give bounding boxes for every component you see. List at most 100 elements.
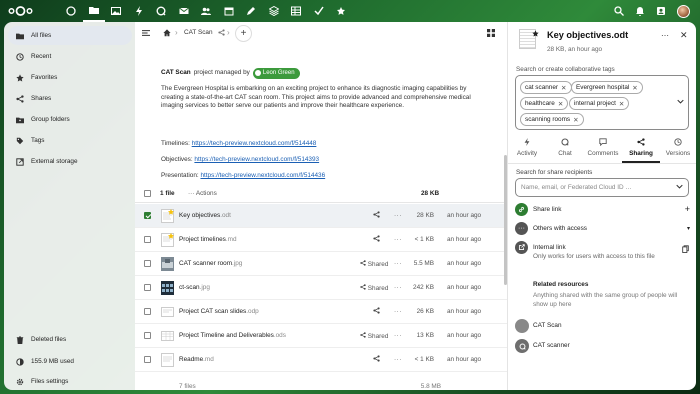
- share-icon[interactable]: [373, 355, 380, 362]
- row-actions-button[interactable]: ···: [394, 332, 402, 339]
- more-apps-icon[interactable]: [330, 0, 353, 22]
- table-row[interactable]: ct-scan.jpg Shared ··· 242 KB an hour ag…: [135, 276, 507, 300]
- remove-tag-icon[interactable]: ✕: [632, 84, 637, 92]
- sidebar-more-button[interactable]: ⋯: [661, 31, 669, 40]
- activity-icon[interactable]: [128, 0, 151, 22]
- tag-chip[interactable]: internal project ✕: [569, 97, 630, 110]
- others-with-access-row[interactable]: ··· Others with access ▾: [515, 222, 693, 238]
- share-icon[interactable]: [373, 235, 380, 242]
- mail-icon[interactable]: [173, 0, 196, 22]
- row-checkbox[interactable]: [144, 212, 151, 219]
- contacts-icon[interactable]: [195, 0, 218, 22]
- share-icon[interactable]: [373, 307, 380, 314]
- row-actions-button[interactable]: ···: [394, 356, 402, 363]
- tasks-icon[interactable]: [308, 0, 331, 22]
- contacts-menu-icon[interactable]: [656, 6, 666, 16]
- shared-status[interactable]: Shared: [360, 260, 388, 268]
- tag-chip[interactable]: cat scanner ✕: [520, 81, 572, 94]
- tab-chat[interactable]: Chat: [546, 135, 584, 163]
- objectives-link[interactable]: https://tech-preview.nextcloud.com/f/514…: [194, 156, 319, 163]
- tag-chip[interactable]: scanning rooms ✕: [520, 113, 584, 126]
- sidebar-item-group-folders[interactable]: Group folders: [8, 110, 132, 129]
- tab-comments[interactable]: Comments: [584, 135, 622, 163]
- table-row[interactable]: CAT scanner room.jpg Shared ··· 5.5 MB a…: [135, 252, 507, 276]
- table-row[interactable]: Project timelines.md ··· < 1 KB an hour …: [135, 228, 507, 252]
- remove-tag-icon[interactable]: ✕: [561, 84, 566, 92]
- storage-quota[interactable]: 155.9 MB used: [8, 352, 132, 371]
- select-all-checkbox[interactable]: [144, 190, 151, 197]
- tag-chip[interactable]: healthcare ✕: [520, 97, 569, 110]
- notes-icon[interactable]: [240, 0, 263, 22]
- shared-label: Shared: [367, 285, 389, 292]
- talk-icon[interactable]: [150, 0, 173, 22]
- sidebar-item-shares[interactable]: Shares: [8, 89, 132, 108]
- table-row[interactable]: Project Timeline and Deliverables.ods Sh…: [135, 324, 507, 348]
- timelines-link[interactable]: https://tech-preview.nextcloud.com/f/514…: [192, 140, 317, 147]
- table-row[interactable]: Project CAT scan slides.odp ··· 26 KB an…: [135, 300, 507, 324]
- remove-tag-icon[interactable]: ✕: [619, 100, 624, 108]
- presentation-link[interactable]: https://tech-preview.nextcloud.com/f/514…: [200, 172, 325, 179]
- deck-icon[interactable]: [263, 0, 286, 22]
- tag-chip[interactable]: Evergreen hospital ✕: [571, 81, 643, 94]
- tables-icon[interactable]: [285, 0, 308, 22]
- actions-menu[interactable]: ··· Actions: [188, 190, 217, 197]
- grid-view-icon[interactable]: [487, 29, 495, 37]
- sidebar-item-external-storage[interactable]: External storage: [8, 152, 132, 171]
- share-search-input[interactable]: Name, email, or Federated Cloud ID …: [515, 178, 689, 197]
- share-link-row[interactable]: Share link +: [515, 203, 693, 219]
- row-actions-button[interactable]: ···: [394, 260, 402, 267]
- new-button[interactable]: +: [235, 25, 252, 42]
- related-resource-item[interactable]: CAT scanner: [515, 339, 693, 355]
- files-icon[interactable]: [82, 0, 105, 22]
- internal-link-row[interactable]: Internal link Only works for users with …: [515, 241, 693, 265]
- sidebar-item-all-files[interactable]: All files: [8, 26, 132, 45]
- notifications-icon[interactable]: [635, 6, 645, 16]
- table-row[interactable]: Readme.md ··· < 1 KB an hour ago: [135, 348, 507, 372]
- chevron-down-icon[interactable]: [677, 99, 684, 104]
- tags-select[interactable]: cat scanner ✕ Evergreen hospital ✕ healthc…: [515, 75, 689, 130]
- add-share-link-button[interactable]: +: [685, 204, 690, 214]
- favorite-star-icon[interactable]: [532, 30, 539, 37]
- shared-status[interactable]: Shared: [360, 284, 388, 292]
- sidebar-item-tags[interactable]: Tags: [8, 131, 132, 150]
- share-icon[interactable]: [218, 29, 225, 36]
- shared-status[interactable]: Shared: [360, 332, 388, 340]
- row-checkbox[interactable]: [144, 236, 151, 243]
- row-checkbox[interactable]: [144, 308, 151, 315]
- chevron-down-icon[interactable]: ▾: [687, 225, 690, 232]
- remove-tag-icon[interactable]: ✕: [573, 116, 578, 124]
- tab-versions[interactable]: Versions: [659, 135, 696, 163]
- dashboard-icon[interactable]: [60, 0, 83, 22]
- sidebar-item-favorites[interactable]: Favorites: [8, 68, 132, 87]
- copy-icon[interactable]: [682, 245, 689, 253]
- calendar-icon[interactable]: [218, 0, 241, 22]
- tab-sharing[interactable]: Sharing: [622, 135, 660, 163]
- related-resource-item[interactable]: CAT Scan: [515, 319, 693, 335]
- manager-chip[interactable]: Leon Green: [252, 68, 300, 79]
- breadcrumb-folder[interactable]: CAT Scan: [184, 29, 213, 36]
- row-actions-button[interactable]: ···: [394, 212, 402, 219]
- trash-icon: [16, 335, 24, 344]
- share-icon[interactable]: [373, 211, 380, 218]
- photos-icon[interactable]: [105, 0, 128, 22]
- menu-toggle-icon[interactable]: [142, 29, 150, 37]
- row-checkbox[interactable]: [144, 356, 151, 363]
- sidebar-item-recent[interactable]: Recent: [8, 47, 132, 66]
- chevron-down-icon[interactable]: [676, 184, 683, 189]
- sidebar-item-files-settings[interactable]: Files settings: [8, 372, 132, 391]
- close-icon[interactable]: ✕: [680, 30, 688, 41]
- remove-tag-icon[interactable]: ✕: [558, 100, 563, 108]
- table-row[interactable]: Key objectives.odt ··· 28 KB an hour ago: [135, 204, 507, 228]
- row-checkbox[interactable]: [144, 284, 151, 291]
- nextcloud-logo[interactable]: [7, 5, 34, 17]
- row-actions-button[interactable]: ···: [394, 236, 402, 243]
- row-actions-button[interactable]: ···: [394, 308, 402, 315]
- search-icon[interactable]: [614, 6, 624, 16]
- row-actions-button[interactable]: ···: [394, 284, 402, 291]
- row-checkbox[interactable]: [144, 332, 151, 339]
- row-checkbox[interactable]: [144, 260, 151, 267]
- tab-activity[interactable]: Activity: [508, 135, 546, 163]
- user-avatar[interactable]: [677, 4, 690, 18]
- sidebar-item-deleted-files[interactable]: Deleted files: [8, 330, 132, 349]
- home-icon[interactable]: [163, 29, 171, 37]
